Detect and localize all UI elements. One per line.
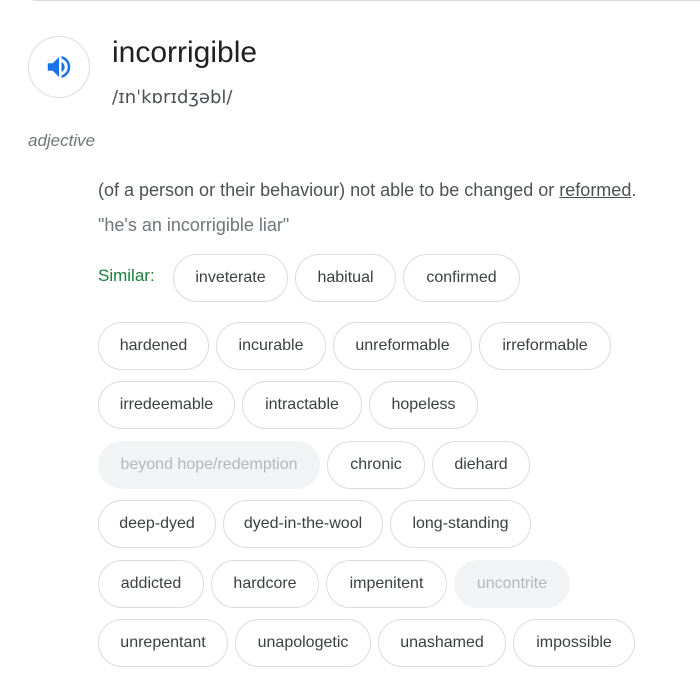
- synonym-chip-disabled: uncontrite: [454, 560, 570, 608]
- synonym-chip[interactable]: incurable: [216, 322, 326, 370]
- top-divider: [33, 0, 700, 1]
- synonym-chip[interactable]: long-standing: [390, 500, 531, 548]
- similar-label: Similar:: [98, 266, 155, 285]
- synonym-chip[interactable]: hardcore: [211, 560, 319, 608]
- synonym-chip-disabled: beyond hope/redemption: [98, 441, 320, 489]
- definition-text: (of a person or their behaviour) not abl…: [98, 180, 560, 200]
- synonym-chip[interactable]: hopeless: [369, 381, 478, 429]
- part-of-speech: adjective: [28, 131, 96, 150]
- synonym-chip[interactable]: deep-dyed: [98, 500, 216, 548]
- synonym-chip[interactable]: addicted: [98, 560, 204, 608]
- phonetic-spelling: /ɪnˈkɒrɪdʒəbl/: [112, 87, 233, 108]
- synonym-chip[interactable]: dyed-in-the-wool: [223, 500, 383, 548]
- synonym-chip[interactable]: intractable: [242, 381, 362, 429]
- volume-up-icon: [47, 56, 71, 78]
- definition-end: .: [631, 180, 637, 200]
- synonym-chip[interactable]: irredeemable: [98, 381, 235, 429]
- usage-example: "he's an incorrigible liar": [98, 215, 290, 235]
- synonym-chip[interactable]: irreformable: [479, 322, 611, 370]
- pronunciation-play-button[interactable]: [28, 36, 90, 98]
- synonym-chip[interactable]: habitual: [295, 254, 396, 302]
- synonym-chip[interactable]: impenitent: [326, 560, 447, 608]
- synonym-chip[interactable]: diehard: [432, 441, 530, 489]
- synonym-chip[interactable]: unashamed: [378, 619, 506, 667]
- headword: incorrigible: [112, 36, 258, 69]
- synonym-chip[interactable]: chronic: [327, 441, 425, 489]
- reformed-link[interactable]: reformed: [559, 180, 631, 200]
- synonym-chip[interactable]: unapologetic: [235, 619, 371, 667]
- synonym-chip[interactable]: inveterate: [173, 254, 288, 302]
- synonym-chip[interactable]: confirmed: [403, 254, 520, 302]
- synonym-chip[interactable]: unreformable: [333, 322, 472, 370]
- definition: (of a person or their behaviour) not abl…: [98, 178, 636, 202]
- synonym-chip[interactable]: impossible: [513, 619, 635, 667]
- synonym-chip[interactable]: hardened: [98, 322, 209, 370]
- synonym-chip[interactable]: unrepentant: [98, 619, 228, 667]
